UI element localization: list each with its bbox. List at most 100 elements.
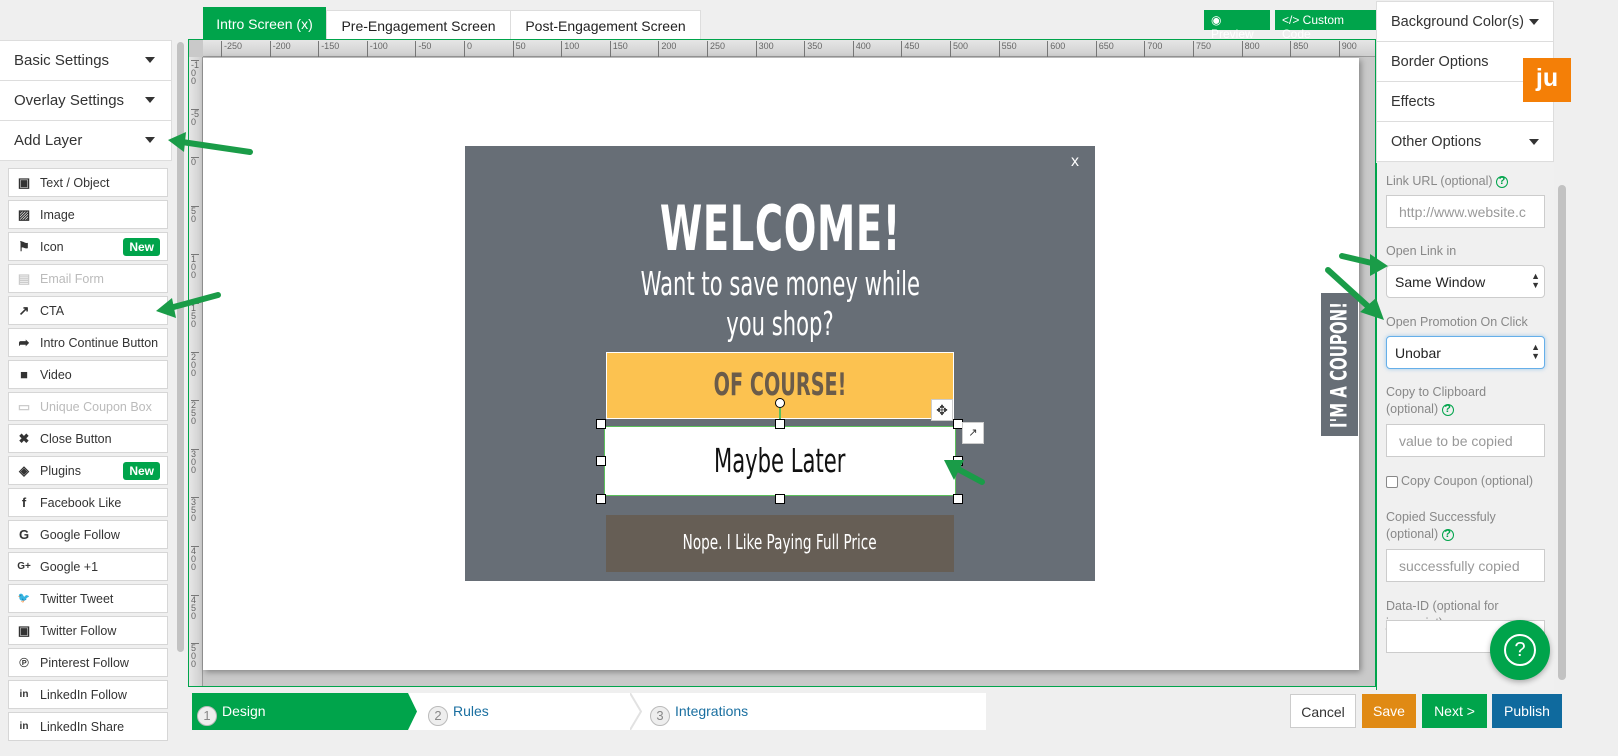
step-integrations[interactable]: 3 Integrations xyxy=(650,693,748,730)
layer-item-twitter-tweet[interactable]: 🐦 Twitter Tweet xyxy=(8,584,168,613)
nope-button[interactable]: Nope. I Like Paying Full Price xyxy=(606,515,954,572)
help-icon[interactable]: ? xyxy=(1441,529,1454,541)
layer-item-video[interactable]: ■ Video xyxy=(8,360,168,389)
help-icon[interactable]: ? xyxy=(1496,176,1509,188)
layer-item-plugins[interactable]: ◈ Plugins New xyxy=(8,456,168,485)
right-scrollbar[interactable] xyxy=(1558,185,1566,680)
layer-item-linkedin-follow[interactable]: in LinkedIn Follow xyxy=(8,680,168,709)
popup-title-text: WELCOME! xyxy=(659,192,901,265)
copied-success-input[interactable]: successfully copied xyxy=(1386,549,1545,582)
resize-handle-sw[interactable] xyxy=(596,494,606,504)
help-icon[interactable]: ? xyxy=(1441,404,1454,416)
open-link-select[interactable]: Same Window ▲ ▼ xyxy=(1386,265,1545,298)
layer-item-cta[interactable]: ↗ CTA xyxy=(8,296,168,325)
link-url-input[interactable]: http://www.website.c xyxy=(1386,195,1545,228)
layer-item-linkedin-share[interactable]: in LinkedIn Share xyxy=(8,712,168,741)
accordion-other-options[interactable]: Other Options xyxy=(1376,121,1554,162)
resize-handle-nw[interactable] xyxy=(596,419,606,429)
layer-item-intro-continue-button[interactable]: ➦ Intro Continue Button xyxy=(8,328,168,357)
copy-clipboard-input[interactable]: value to be copied xyxy=(1386,424,1545,457)
tab-intro-screen[interactable]: Intro Screen (x) xyxy=(203,7,326,40)
next-button[interactable]: Next > xyxy=(1422,694,1487,728)
layer-item-twitter-follow[interactable]: ▣ Twitter Follow xyxy=(8,616,168,645)
layer-item-label: Text / Object xyxy=(40,176,110,190)
close-circle-icon: ✖ xyxy=(18,431,30,446)
ruler-tick-label: 850 xyxy=(1290,41,1308,57)
publish-button[interactable]: Publish xyxy=(1492,694,1562,728)
popup-subtitle-line1: Want to save money while xyxy=(640,264,920,303)
money-icon: ▭ xyxy=(17,399,31,414)
left-scrollbar[interactable] xyxy=(177,42,184,652)
layer-item-facebook-like[interactable]: f Facebook Like xyxy=(8,488,168,517)
tab-post-engagement-screen[interactable]: Post-Engagement Screen xyxy=(510,10,701,40)
resize-handle-w[interactable] xyxy=(596,456,606,466)
layer-item-pinterest-follow[interactable]: ℗ Pinterest Follow xyxy=(8,648,168,677)
layer-item-text-object[interactable]: ▣ Text / Object xyxy=(8,168,168,197)
layer-item-email-form[interactable]: ▤ Email Form xyxy=(8,264,168,293)
accordion-overlay-settings[interactable]: Overlay Settings xyxy=(0,80,172,121)
accordion-basic-settings[interactable]: Basic Settings xyxy=(0,40,172,81)
layer-item-label: Unique Coupon Box xyxy=(40,400,152,414)
accordion-label: Border Options xyxy=(1391,54,1489,70)
layer-item-icon[interactable]: ⚑ Icon New xyxy=(8,232,168,261)
copy-coupon-checkbox[interactable] xyxy=(1386,476,1398,488)
maybe-later-button[interactable]: Maybe Later xyxy=(604,426,956,496)
ruler-tick-label: 400 xyxy=(852,41,871,57)
step-design[interactable]: 1 Design xyxy=(192,693,417,730)
question-circle-icon: ? xyxy=(1504,634,1536,666)
wizard-steps: 1 Design 2 Rules 3 Integrations xyxy=(192,693,986,730)
ruler-tick-label: 450 xyxy=(191,594,199,620)
flag-icon: ⚑ xyxy=(18,239,30,254)
accordion-add-layer[interactable]: Add Layer xyxy=(0,120,172,161)
step-rules[interactable]: 2 Rules xyxy=(428,693,489,730)
popup-title[interactable]: WELCOME! xyxy=(465,192,1095,265)
copy-clipboard-label-line1: Copy to Clipboard xyxy=(1386,385,1487,399)
ruler-tick-label: 350 xyxy=(804,41,822,57)
rotate-handle[interactable] xyxy=(775,398,785,408)
preview-button[interactable]: ◉ Preview xyxy=(1204,10,1270,41)
layer-item-google-1[interactable]: G+ Google +1 xyxy=(8,552,168,581)
popup-preview[interactable]: x WELCOME! Want to save money while you … xyxy=(465,146,1095,581)
popup-close-button[interactable]: x xyxy=(1071,153,1079,171)
ruler-tick-label: 900 xyxy=(1338,41,1357,57)
caret-down-icon xyxy=(145,57,155,63)
move-icon[interactable]: ✥ xyxy=(931,399,953,421)
layer-item-google-follow[interactable]: G Google Follow xyxy=(8,520,168,549)
copied-success-label: Copied Successfuly (optional) ? xyxy=(1386,509,1496,543)
resize-handle-s[interactable] xyxy=(775,494,785,504)
popup-subtitle[interactable]: Want to save money while you shop? xyxy=(465,264,1095,344)
ruler-tick-label: 800 xyxy=(1241,41,1260,57)
popup-subtitle-line2: you shop? xyxy=(726,304,834,343)
layer-item-label: Email Form xyxy=(40,272,104,286)
save-button[interactable]: Save xyxy=(1362,694,1416,728)
cancel-button[interactable]: Cancel xyxy=(1290,694,1356,728)
facebook-icon: f xyxy=(21,495,27,510)
custom-code-label: </> Custom Code xyxy=(1282,13,1345,41)
ruler-tick-label: 300 xyxy=(191,448,199,474)
layer-item-label: Google +1 xyxy=(40,560,99,574)
caret-down-icon xyxy=(1529,19,1539,25)
step-number: 1 xyxy=(197,706,217,726)
layer-item-label: LinkedIn Follow xyxy=(40,688,127,702)
accordion-background-colors[interactable]: Background Color(s) xyxy=(1376,1,1554,42)
ju-brand-badge[interactable]: ju xyxy=(1523,58,1571,102)
resize-handle-n[interactable] xyxy=(775,419,785,429)
ruler-tick-label: 200 xyxy=(191,351,199,377)
resize-handle-se[interactable] xyxy=(953,494,963,504)
layer-item-unique-coupon-box[interactable]: ▭ Unique Coupon Box xyxy=(8,392,168,421)
layer-item-label: Twitter Follow xyxy=(40,624,117,638)
tab-pre-engagement-screen[interactable]: Pre-Engagement Screen xyxy=(326,10,511,40)
external-link-icon[interactable]: ↗ xyxy=(962,422,984,444)
custom-code-button[interactable]: </> Custom Code xyxy=(1275,10,1376,41)
ruler-tick-label: 650 xyxy=(1095,41,1114,57)
ruler-tick-label: 750 xyxy=(1193,41,1211,57)
open-promotion-select[interactable]: Unobar ▲ ▼ xyxy=(1386,336,1545,369)
help-button[interactable]: ? xyxy=(1490,620,1550,680)
resize-handle-e[interactable] xyxy=(953,456,963,466)
layer-item-image[interactable]: ▨ Image xyxy=(8,200,168,229)
coupon-side-tab[interactable]: I'M A COUPON! xyxy=(1321,293,1358,436)
ruler-tick-label: -200 xyxy=(269,41,291,57)
nope-label: Nope. I Like Paying Full Price xyxy=(682,530,877,554)
layer-item-close-button[interactable]: ✖ Close Button xyxy=(8,424,168,453)
copy-clipboard-label-line2: (optional) xyxy=(1386,402,1439,416)
